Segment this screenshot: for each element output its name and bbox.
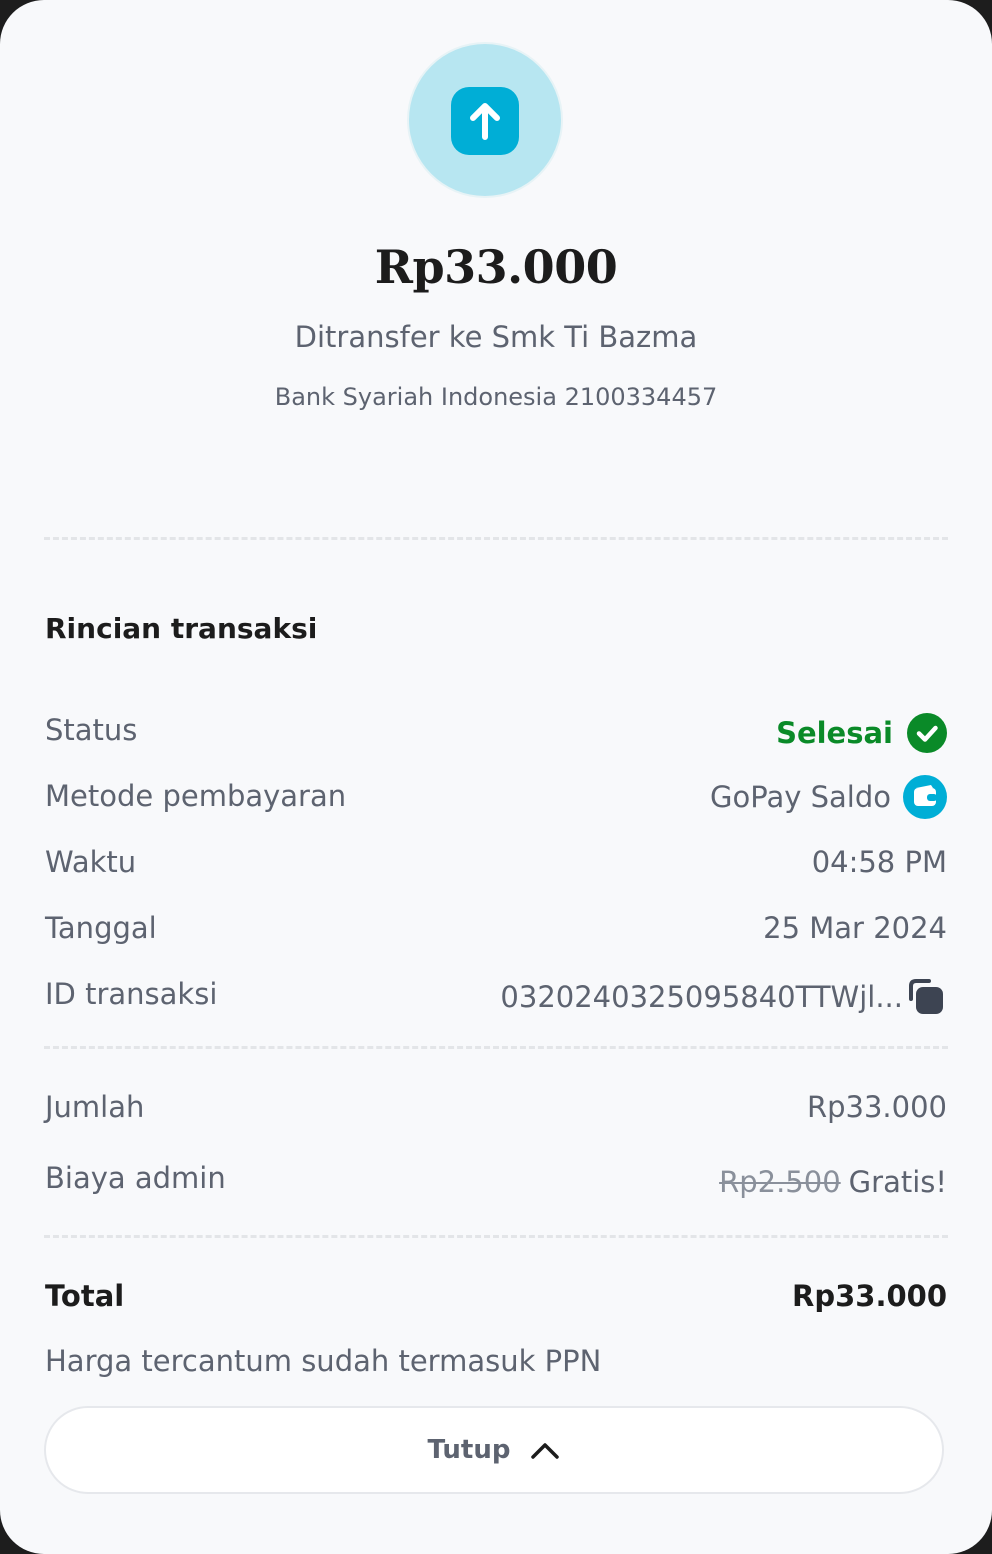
row-label: Metode pembayaran <box>45 779 347 813</box>
payment-method-value: GoPay Saldo <box>710 780 891 814</box>
divider <box>44 1235 948 1238</box>
row-label: Tanggal <box>45 911 157 945</box>
divider <box>44 1046 948 1049</box>
charge-row-admin-fee: Biaya admin Rp2.500 Gratis! <box>45 1153 947 1203</box>
row-label: Status <box>45 713 138 747</box>
section-title: Rincian transaksi <box>45 612 318 645</box>
arrow-up-icon <box>451 87 519 155</box>
check-circle-icon <box>907 713 947 753</box>
row-label: Waktu <box>45 845 137 879</box>
detail-row-status: Status Selesai <box>45 705 947 755</box>
date-value: 25 Mar 2024 <box>763 911 947 945</box>
detail-row-transaction-id: ID transaksi 0320240325095840TTWjl... <box>45 969 947 1019</box>
total-value: Rp33.000 <box>792 1279 947 1313</box>
row-label: Biaya admin <box>45 1161 226 1195</box>
transaction-id-value: 0320240325095840TTWjl... <box>500 980 903 1014</box>
row-label: ID transaksi <box>45 977 218 1011</box>
total-label: Total <box>45 1279 125 1313</box>
original-fee: Rp2.500 <box>719 1165 841 1199</box>
row-label: Jumlah <box>45 1090 145 1124</box>
transaction-detail-card: Rp33.000 Ditransfer ke Smk Ti Bazma Bank… <box>0 0 992 1554</box>
fee-value: Gratis! <box>848 1165 947 1199</box>
total-row: Total Rp33.000 <box>45 1271 947 1321</box>
detail-row-time: Waktu 04:58 PM <box>45 837 947 887</box>
chevron-up-icon <box>531 1443 560 1459</box>
row-value: Selesai <box>776 713 947 753</box>
amount-value: Rp33.000 <box>806 1090 947 1124</box>
tax-note: Harga tercantum sudah termasuk PPN <box>45 1344 602 1378</box>
wallet-icon <box>903 775 947 819</box>
divider <box>44 537 948 540</box>
time-value: 04:58 PM <box>811 845 947 879</box>
detail-row-payment-method: Metode pembayaran GoPay Saldo <box>45 771 947 821</box>
charge-row-amount: Jumlah Rp33.000 <box>45 1082 947 1132</box>
transfer-amount: Rp33.000 <box>374 240 618 294</box>
row-value: Rp2.500 Gratis! <box>719 1165 947 1199</box>
row-value: GoPay Saldo <box>710 775 947 819</box>
bank-account-line: Bank Syariah Indonesia 2100334457 <box>274 383 718 411</box>
close-button-label: Tutup <box>427 1435 511 1465</box>
recipient-line: Ditransfer ke Smk Ti Bazma <box>294 320 698 354</box>
detail-row-date: Tanggal 25 Mar 2024 <box>45 903 947 953</box>
transfer-out-badge <box>409 44 561 196</box>
status-value: Selesai <box>776 716 893 750</box>
copy-icon[interactable] <box>907 977 947 1017</box>
close-button[interactable]: Tutup <box>44 1406 944 1494</box>
row-value: 0320240325095840TTWjl... <box>500 977 947 1017</box>
